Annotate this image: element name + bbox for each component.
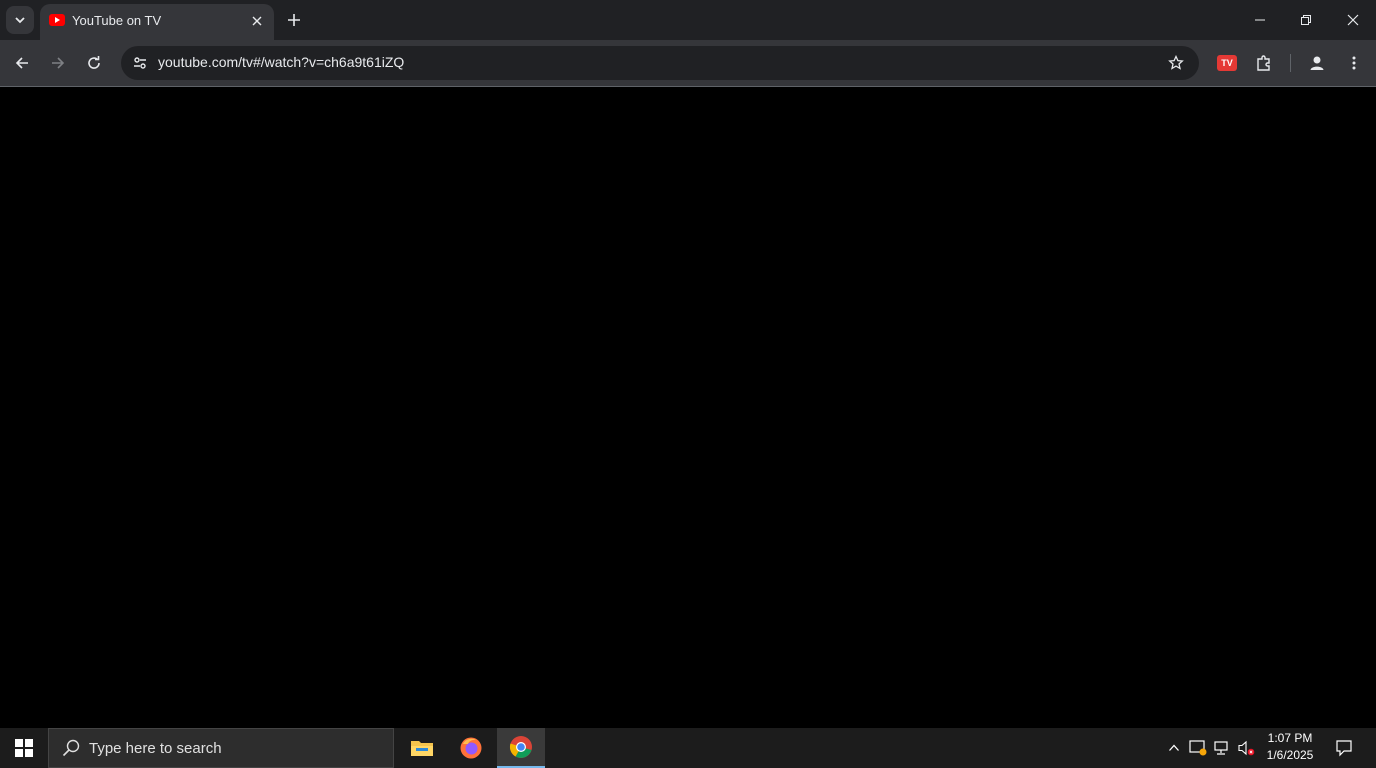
folder-icon bbox=[411, 741, 433, 756]
network-tray-icon[interactable] bbox=[1211, 728, 1233, 768]
page-content-video-area[interactable] bbox=[0, 87, 1376, 728]
close-window-button[interactable] bbox=[1330, 0, 1376, 40]
network-icon bbox=[1214, 741, 1228, 755]
taskbar-search-box[interactable]: Type here to search bbox=[48, 728, 394, 768]
minimize-icon bbox=[1255, 19, 1265, 21]
taskbar-firefox[interactable] bbox=[447, 728, 495, 768]
forward-button[interactable] bbox=[42, 47, 74, 79]
restore-icon bbox=[1301, 15, 1311, 25]
toolbar-divider bbox=[1290, 54, 1291, 72]
reload-icon bbox=[88, 56, 100, 69]
tab-youtube-on-tv[interactable]: YouTube on TV bbox=[40, 4, 274, 40]
more-vert-icon bbox=[1352, 56, 1356, 70]
taskbar-chrome[interactable] bbox=[497, 728, 545, 768]
volume-tray-icon[interactable] bbox=[1235, 728, 1257, 768]
clock-time: 1:07 PM bbox=[1267, 731, 1313, 745]
taskbar-file-explorer[interactable] bbox=[398, 728, 446, 768]
chevron-up-icon bbox=[1169, 744, 1179, 751]
arrow-left-icon bbox=[15, 57, 28, 69]
tab-title: YouTube on TV bbox=[72, 13, 162, 28]
address-bar[interactable]: youtube.com/tv#/watch?v=ch6a9t61iZQ bbox=[121, 46, 1199, 80]
tab-strip: YouTube on TV bbox=[0, 0, 1376, 40]
back-button[interactable] bbox=[6, 47, 38, 79]
plus-icon bbox=[288, 14, 300, 26]
chrome-icon bbox=[509, 736, 532, 758]
action-center-button[interactable] bbox=[1330, 728, 1358, 768]
search-icon bbox=[62, 739, 80, 757]
search-placeholder: Type here to search bbox=[89, 740, 222, 757]
tv-extension-icon: TV bbox=[1217, 55, 1237, 71]
tab-search-button[interactable] bbox=[6, 6, 34, 34]
new-tab-button[interactable] bbox=[282, 8, 306, 32]
show-hidden-icons-button[interactable] bbox=[1163, 728, 1185, 768]
arrow-right-icon bbox=[52, 57, 65, 69]
avatar-icon bbox=[1310, 56, 1324, 70]
url-text[interactable]: youtube.com/tv#/watch?v=ch6a9t61iZQ bbox=[158, 54, 404, 70]
profile-button[interactable] bbox=[1301, 47, 1333, 79]
notification-icon bbox=[1336, 740, 1352, 757]
volume-muted-icon bbox=[1238, 740, 1255, 756]
tab-close-button[interactable] bbox=[248, 12, 266, 30]
firefox-icon bbox=[460, 737, 482, 759]
site-info-icon[interactable] bbox=[129, 52, 151, 74]
chrome-menu-button[interactable] bbox=[1338, 47, 1370, 79]
taskbar-clock[interactable]: 1:07 PM 1/6/2025 bbox=[1258, 730, 1322, 766]
windows-taskbar: Type here to search 1:07 PM 1/6/2025 bbox=[0, 728, 1376, 768]
extensions-button[interactable] bbox=[1248, 47, 1280, 79]
youtube-favicon-icon bbox=[49, 14, 65, 26]
security-tray-icon[interactable] bbox=[1187, 728, 1209, 768]
tv-extension-button[interactable]: TV bbox=[1211, 47, 1243, 79]
start-button[interactable] bbox=[0, 728, 48, 768]
reload-button[interactable] bbox=[78, 47, 110, 79]
minimize-button[interactable] bbox=[1237, 0, 1283, 40]
windows-logo-icon bbox=[15, 739, 33, 757]
browser-toolbar: youtube.com/tv#/watch?v=ch6a9t61iZQ TV bbox=[0, 40, 1376, 87]
puzzle-icon bbox=[1257, 55, 1270, 71]
close-icon bbox=[1347, 14, 1359, 26]
shield-warning-icon bbox=[1189, 740, 1207, 756]
clock-date: 1/6/2025 bbox=[1266, 748, 1314, 762]
close-icon bbox=[252, 16, 262, 26]
bookmark-star-icon[interactable] bbox=[1165, 52, 1187, 74]
restore-button[interactable] bbox=[1283, 0, 1329, 40]
chevron-down-icon bbox=[15, 17, 25, 24]
